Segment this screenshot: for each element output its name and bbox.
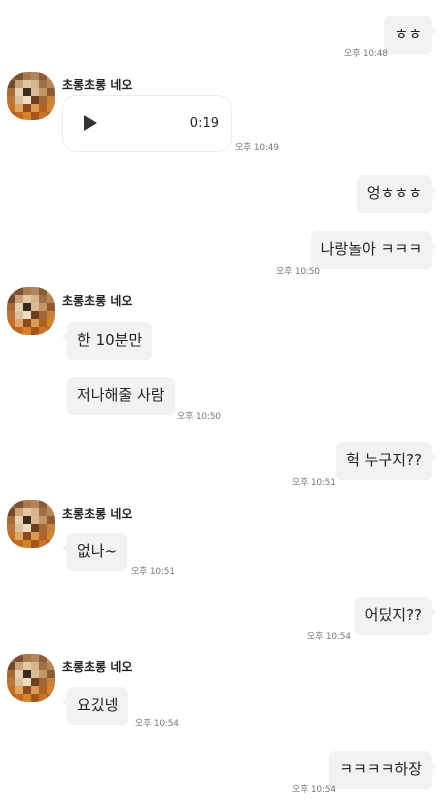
message-time: 오후 10:50 bbox=[177, 412, 221, 422]
message-bubble[interactable]: ㅎㅎ bbox=[384, 16, 437, 53]
contact-name: 초롱초롱 네오 bbox=[62, 78, 133, 92]
message-time: 오후 10:48 bbox=[344, 49, 388, 59]
contact-name: 초롱초롱 네오 bbox=[62, 660, 133, 674]
message-bubble[interactable]: 헉 누구지?? bbox=[336, 442, 437, 479]
message-time: 오후 10:54 bbox=[135, 719, 179, 729]
message-time: 오후 10:54 bbox=[292, 785, 336, 795]
voice-duration: 0:19 bbox=[189, 116, 219, 131]
message-bubble[interactable]: 저나해줄 사람 bbox=[67, 377, 175, 414]
message-bubble[interactable]: ㅋㅋㅋㅋ하장 bbox=[329, 751, 437, 788]
message-bubble[interactable]: 나랑놀아 ㅋㅋㅋ bbox=[310, 231, 438, 268]
avatar[interactable] bbox=[7, 654, 55, 702]
message-time: 오후 10:49 bbox=[235, 143, 279, 153]
play-icon[interactable] bbox=[84, 115, 97, 131]
contact-name: 초롱초롱 네오 bbox=[62, 294, 133, 308]
message-time: 오후 10:54 bbox=[307, 632, 351, 642]
avatar[interactable] bbox=[7, 500, 55, 548]
avatar[interactable] bbox=[7, 72, 55, 120]
message-time: 오후 10:51 bbox=[292, 478, 336, 488]
voice-message[interactable]: 0:19 bbox=[62, 95, 232, 152]
contact-name: 초롱초롱 네오 bbox=[62, 507, 133, 521]
message-bubble[interactable]: 어딨지?? bbox=[354, 597, 438, 634]
message-time: 오후 10:50 bbox=[276, 267, 320, 277]
avatar[interactable] bbox=[7, 287, 55, 335]
message-bubble[interactable]: 한 10분만 bbox=[61, 322, 153, 359]
message-bubble[interactable]: 엉ㅎㅎㅎ bbox=[356, 175, 438, 212]
message-time: 오후 10:51 bbox=[131, 567, 175, 577]
message-bubble[interactable]: 없나~ bbox=[61, 533, 128, 570]
message-bubble[interactable]: 요깄넹 bbox=[61, 687, 129, 724]
